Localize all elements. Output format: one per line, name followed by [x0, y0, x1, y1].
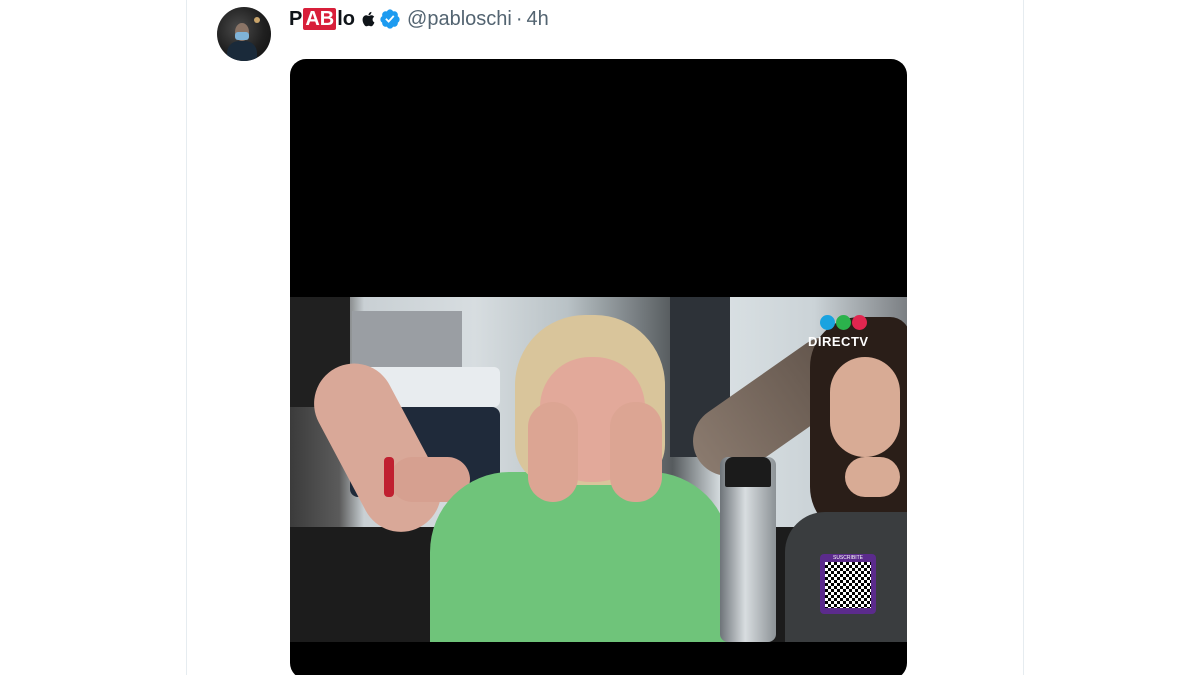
avatar-background-light: [254, 17, 260, 23]
qr-code-icon: [825, 562, 871, 608]
scene-right-hand: [845, 457, 900, 497]
tweet-page: P AB lo @pabloschi · 4h DIRECTV SUSCRIBI…: [0, 0, 1200, 675]
avatar-mask: [235, 32, 249, 40]
tweet-header: P AB lo @pabloschi · 4h: [289, 4, 549, 34]
video-frame: DIRECTV SUSCRIBITE: [290, 297, 907, 642]
author-name-prefix: P: [289, 7, 303, 30]
author-name-suffix: lo: [337, 7, 356, 30]
brand-dot-green: [836, 315, 851, 330]
scene-hand-right: [610, 402, 662, 502]
avatar-shirt: [227, 41, 257, 61]
author-name[interactable]: P AB lo: [289, 8, 401, 31]
scene-window-left: [352, 311, 462, 371]
author-handle[interactable]: @pabloschi: [407, 8, 512, 31]
scene-right-face: [830, 357, 900, 457]
scene-bracelet: [384, 457, 394, 497]
tweet-timestamp[interactable]: 4h: [527, 8, 549, 31]
scene-green-sweater: [430, 472, 730, 642]
scene-hand-left: [528, 402, 578, 502]
header-separator: ·: [515, 7, 523, 30]
directv-logo: DIRECTV: [808, 334, 869, 349]
brand-dot-blue: [820, 315, 835, 330]
author-avatar[interactable]: [217, 7, 271, 61]
qr-label: SUSCRIBITE: [832, 555, 863, 561]
apple-icon: [362, 11, 375, 27]
brand-dot-red: [852, 315, 867, 330]
author-name-box: AB: [303, 8, 337, 30]
scene-thermos-cap: [725, 457, 771, 487]
tweet-video-player[interactable]: DIRECTV SUSCRIBITE: [290, 59, 907, 675]
qr-code-box: SUSCRIBITE: [820, 554, 876, 614]
verified-badge-icon: [380, 9, 400, 29]
